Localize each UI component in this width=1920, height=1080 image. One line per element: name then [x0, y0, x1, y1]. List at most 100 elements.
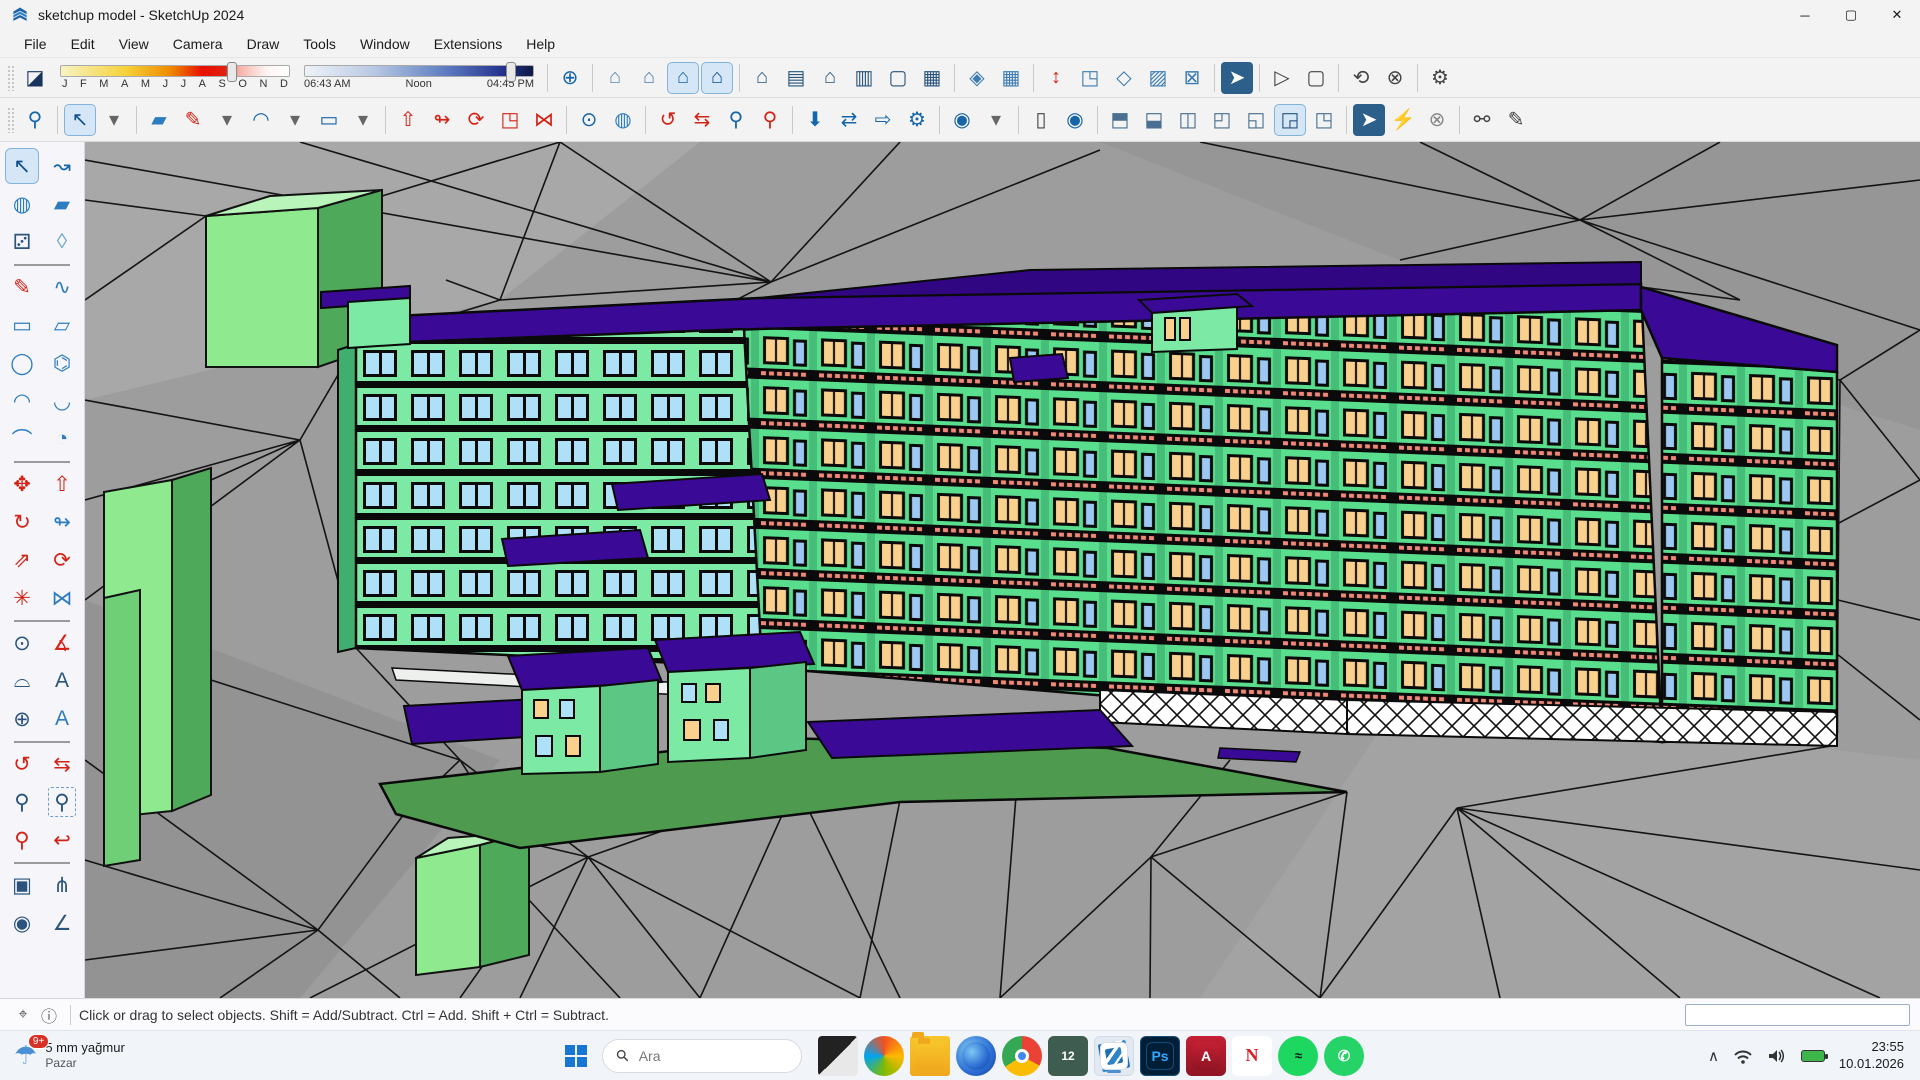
account-dropdown[interactable]: ▾	[980, 104, 1012, 136]
taskbar-app-copilot[interactable]	[864, 1036, 904, 1076]
solid-trim-icon[interactable]: ◱	[1240, 104, 1272, 136]
cursor-plugin-button[interactable]: ➤	[1353, 104, 1385, 136]
walk-tool[interactable]: ⋔	[45, 867, 79, 903]
eraser-tool[interactable]: ▰	[45, 186, 79, 222]
taskbar-weather-widget[interactable]: ☂9+ 5 mm yağmur Pazar	[0, 1040, 230, 1071]
taskbar-app-autocad[interactable]: A	[1186, 1036, 1226, 1076]
date-slider-handle[interactable]	[227, 62, 237, 82]
rectangle-tool[interactable]: ▭	[5, 307, 39, 343]
close-button[interactable]: ✕	[1874, 0, 1920, 30]
style-xray-icon[interactable]: ⌂	[599, 62, 631, 94]
taskbar-app-netflix[interactable]: N	[1232, 1036, 1272, 1076]
tape-measure-icon[interactable]: ⊙	[573, 104, 605, 136]
plugin-cursor-button[interactable]: ➤	[1221, 62, 1253, 94]
tag-tool[interactable]: ◊	[45, 224, 79, 260]
measurements-input[interactable]	[1685, 1004, 1910, 1026]
arc-tool[interactable]: ◠	[5, 383, 39, 419]
arc-dropdown[interactable]: ▾	[279, 104, 311, 136]
section-plane-tool[interactable]: ∠	[45, 905, 79, 941]
followme-tool-icon[interactable]: ↬	[426, 104, 458, 136]
pie-tool[interactable]: ◔	[45, 421, 79, 457]
wifi-icon[interactable]	[1733, 1048, 1753, 1064]
solid-split2-icon[interactable]: ◳	[1308, 104, 1340, 136]
taskbar-app-spotify[interactable]: ≈	[1278, 1036, 1318, 1076]
move-tool[interactable]: ✥	[5, 466, 39, 502]
lightning-tool-icon[interactable]: ⚡	[1387, 104, 1419, 136]
start-button[interactable]	[556, 1036, 596, 1076]
warehouse-layers-icon[interactable]: ⇨	[867, 104, 899, 136]
pushpull-tool[interactable]: ⇧	[45, 466, 79, 502]
select-dropdown[interactable]: ▾	[98, 104, 130, 136]
line-dropdown[interactable]: ▾	[211, 104, 243, 136]
scale-tool[interactable]: ⇗	[5, 542, 39, 578]
sandbox-stamp-icon[interactable]: ◳	[1074, 62, 1106, 94]
taskbar-app-whatsapp[interactable]: ✆	[1324, 1036, 1364, 1076]
freehand-tool[interactable]: ∿	[45, 269, 79, 305]
menu-item[interactable]: Draw	[235, 33, 292, 55]
zoom-tool[interactable]: ⚲	[5, 784, 39, 820]
components-tool[interactable]: ⚂	[5, 224, 39, 260]
warehouse-share-icon[interactable]: ⇄	[833, 104, 865, 136]
tape-measure-tool[interactable]: ⊙	[5, 625, 39, 661]
info-circle-icon[interactable]: ⓘ	[36, 1003, 62, 1027]
solid-union-icon[interactable]: ◫	[1172, 104, 1204, 136]
paint-bucket-tool[interactable]: ◍	[5, 186, 39, 222]
taskbar-app-edge[interactable]	[956, 1036, 996, 1076]
shape-dropdown[interactable]: ▾	[347, 104, 379, 136]
zoom-extents-tool[interactable]: ⚲	[5, 822, 39, 858]
view-left-icon[interactable]: ▦	[916, 62, 948, 94]
protractor-tool[interactable]: ⌓	[5, 663, 39, 699]
solid-outer-shell-icon[interactable]: ⬒	[1104, 104, 1136, 136]
eraser-tool-icon[interactable]: ▰	[143, 104, 175, 136]
flip-tool[interactable]: ⋈	[45, 580, 79, 616]
time-slider-handle[interactable]	[506, 62, 516, 82]
zoom-window-tool[interactable]: ⚲	[45, 784, 79, 820]
minimize-button[interactable]: ─	[1782, 0, 1828, 30]
pan-tool-icon[interactable]: ⇆	[686, 104, 718, 136]
disable-tool-icon[interactable]: ⊗	[1421, 104, 1453, 136]
menu-item[interactable]: View	[107, 33, 161, 55]
view-top-icon[interactable]: ▤	[780, 62, 812, 94]
stop-camera-icon[interactable]: ⊗	[1379, 62, 1411, 94]
dimension-tool[interactable]: ∡	[45, 625, 79, 661]
two-point-arc-tool[interactable]: ◡	[45, 383, 79, 419]
settings-gear-icon[interactable]: ⚙	[1424, 62, 1456, 94]
sandbox-from-scratch-icon[interactable]: ▦	[995, 62, 1027, 94]
animation-stop-icon[interactable]: ▢	[1300, 62, 1332, 94]
sandbox-flip-edge-icon[interactable]: ⊠	[1176, 62, 1208, 94]
circle-tool[interactable]: ◯	[5, 345, 39, 381]
orbit-tool[interactable]: ↺	[5, 746, 39, 782]
account-avatar-icon[interactable]: ◉	[946, 104, 978, 136]
line-tool-icon[interactable]: ✎	[177, 104, 209, 136]
view-right-icon[interactable]: ▥	[848, 62, 880, 94]
rectangle-tool-icon[interactable]: ▭	[313, 104, 345, 136]
menu-item[interactable]: Edit	[59, 33, 107, 55]
style-hidden-line-icon[interactable]: ⌂	[667, 62, 699, 94]
menu-item[interactable]: Help	[514, 33, 567, 55]
sandbox-smoove-icon[interactable]: ↕	[1040, 62, 1072, 94]
taskbar-app-taskview[interactable]	[818, 1036, 858, 1076]
style-shaded-icon[interactable]: ⌂	[701, 62, 733, 94]
maximize-button[interactable]: ▢	[1828, 0, 1874, 30]
select-tool[interactable]: ↖	[5, 148, 39, 184]
menu-item[interactable]: Extensions	[422, 33, 514, 55]
taskbar-search[interactable]: ⚲ Ara	[602, 1039, 802, 1073]
text-tool[interactable]: A	[45, 663, 79, 699]
taskbar-app-sketchup[interactable]	[1094, 1036, 1134, 1076]
view-iso-icon[interactable]: ⌂	[746, 62, 778, 94]
style-back-edges-icon[interactable]: ⌂	[633, 62, 665, 94]
menu-item[interactable]: File	[12, 33, 59, 55]
shadow-settings-icon[interactable]: ◪	[19, 62, 51, 94]
battery-icon[interactable]	[1801, 1050, 1825, 1062]
zoom-extents-icon[interactable]: ⚲	[754, 104, 786, 136]
axes-compass-icon[interactable]: ⊕	[554, 62, 586, 94]
orbit-tool-icon[interactable]: ↺	[652, 104, 684, 136]
offset-tool-icon[interactable]: ⟳	[460, 104, 492, 136]
menu-item[interactable]: Window	[348, 33, 422, 55]
polygon-tool[interactable]: ⌬	[45, 345, 79, 381]
taskbar-app-chrome[interactable]	[1002, 1036, 1042, 1076]
pan-tool[interactable]: ⇆	[45, 746, 79, 782]
volume-icon[interactable]	[1767, 1048, 1787, 1064]
flip-tool-icon[interactable]: ⋈	[528, 104, 560, 136]
toolbar-grip[interactable]	[7, 65, 15, 91]
